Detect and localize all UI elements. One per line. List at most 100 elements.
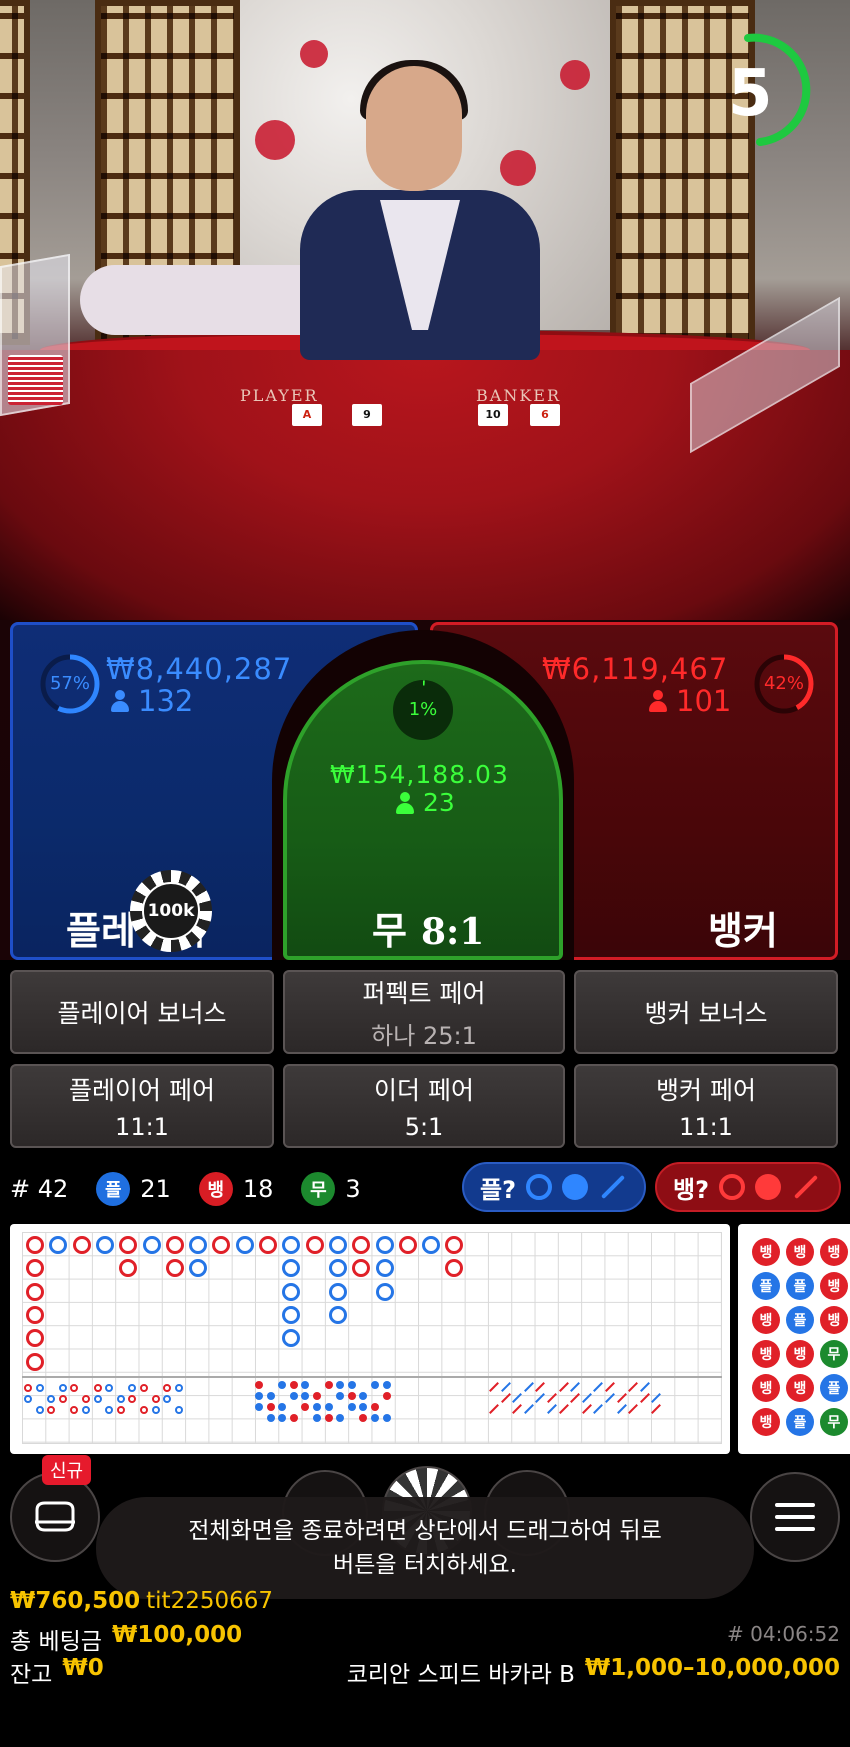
big-road-cell [26, 1236, 44, 1254]
banker-pair-button[interactable]: 뱅커 페어 11:1 [574, 1064, 838, 1148]
big-eye-road-cell [116, 1395, 125, 1403]
tie-bet-label: 무 [372, 909, 407, 953]
side-bet-title: 플레이어 페어 [69, 1076, 215, 1105]
small-road-cell [289, 1414, 298, 1422]
tie-label-group: 무 8:1 [372, 900, 484, 955]
fullscreen-exit-toast: 전체화면을 종료하려면 상단에서 드래그하여 뒤로 버튼을 터치하세요. [96, 1497, 754, 1599]
blossom-decoration [560, 60, 590, 90]
banker-predict-button[interactable]: 뱅? [655, 1162, 841, 1212]
hamburger-icon [775, 1503, 815, 1531]
big-eye-road-cell [82, 1395, 90, 1403]
bead-road-cell: 플 [752, 1272, 780, 1300]
player-bettor-count: 132 [138, 684, 194, 718]
bead-road-cell: 무 [820, 1408, 848, 1436]
player-card: 9 [352, 404, 382, 426]
person-icon [395, 791, 415, 814]
dealer-face [366, 66, 462, 191]
table-name: 코리안 스피드 바카라 B [346, 1662, 575, 1688]
person-icon [648, 690, 668, 712]
side-bet-odds: 하나 25:1 [371, 1021, 477, 1050]
big-road-cell [235, 1236, 254, 1254]
big-eye-road-cell [35, 1384, 44, 1392]
balance-amount: ₩0 [62, 1655, 104, 1681]
table-icon [35, 1501, 75, 1532]
side-bet-title: 플레이어 보너스 [57, 999, 227, 1028]
banker-card: 10 [478, 404, 508, 426]
placed-chip[interactable]: 100k [130, 870, 212, 952]
banker-bonus-button[interactable]: 뱅커 보너스 [574, 970, 838, 1054]
player-predict-button[interactable]: 플? [462, 1162, 646, 1212]
bead-road-cell: 뱅 [786, 1374, 814, 1402]
hollow-circle-icon [526, 1174, 553, 1200]
side-bet-title: 뱅커 페어 [656, 1076, 756, 1105]
banker-badge: 뱅 [198, 1172, 233, 1206]
player-pair-button[interactable]: 플레이어 페어 11:1 [10, 1064, 274, 1148]
filled-circle-icon [755, 1174, 782, 1200]
small-road-cell [347, 1403, 356, 1411]
big-road-cell [142, 1236, 161, 1254]
tie-total-amount: ₩154,188.03 [330, 760, 509, 789]
player-bonus-button[interactable]: 플레이어 보너스 [10, 970, 274, 1054]
bead-road[interactable]: 뱅플뱅뱅뱅뱅뱅플플뱅뱅플뱅뱅뱅무플무 [738, 1224, 850, 1454]
big-road-cell [26, 1305, 44, 1324]
felt-player-label: PLAYER [240, 386, 319, 405]
big-road-cell [398, 1236, 417, 1254]
big-eye-road-cell [174, 1406, 183, 1414]
side-bet-title: 퍼펙트 페어 [362, 978, 486, 1008]
player-win-count: 21 [140, 1175, 171, 1203]
slash-icon [793, 1174, 819, 1200]
perfect-pair-button[interactable]: 퍼펙트 페어 하나 25:1 [283, 970, 565, 1054]
menu-button[interactable] [750, 1472, 840, 1562]
small-road-cell [324, 1381, 333, 1389]
small-road-cell [371, 1414, 379, 1422]
bead-road-cell: 뱅 [820, 1306, 848, 1334]
big-road-cell [305, 1236, 324, 1254]
small-road-cell [324, 1403, 333, 1411]
big-road-cell [26, 1282, 44, 1301]
big-eye-road-cell [93, 1395, 102, 1403]
bead-road-cell: 뱅 [820, 1238, 848, 1266]
big-road-cell [328, 1305, 347, 1324]
small-road-cell [371, 1381, 379, 1389]
total-bet-row: 총 베팅금 ₩100,000 [10, 1622, 242, 1656]
big-road-cell [165, 1259, 184, 1278]
side-bet-title: 이더 페어 [374, 1076, 474, 1105]
bead-road-cell: 플 [786, 1306, 814, 1334]
big-road-cell [328, 1282, 347, 1301]
small-road-cell [266, 1403, 275, 1411]
blossom-decoration [255, 120, 295, 160]
round-number: # 42 [10, 1175, 69, 1203]
big-road-cell [282, 1282, 301, 1301]
table-info-row: 코리안 스피드 바카라 B ₩1,000–10,000,000 [347, 1655, 840, 1689]
either-pair-button[interactable]: 이더 페어 5:1 [283, 1064, 565, 1148]
small-road-cell [255, 1392, 263, 1400]
small-road-cell [266, 1392, 275, 1400]
big-road-cell [72, 1236, 91, 1254]
bead-road-cell: 뱅 [752, 1306, 780, 1334]
bead-road-cell: 뱅 [786, 1340, 814, 1368]
bead-road-cell: 무 [820, 1340, 848, 1368]
round-stats: # 42 플 21 뱅 18 무 3 [10, 1164, 361, 1214]
banker-win-count: 18 [242, 1175, 274, 1203]
balance-label: 잔고 [10, 1662, 53, 1688]
countdown-timer-value: 5 [728, 57, 773, 131]
small-road-cell [255, 1381, 263, 1389]
scoreboard-roadmap[interactable] [10, 1224, 730, 1454]
total-bet-label: 총 베팅금 [10, 1629, 102, 1655]
big-eye-road-cell [58, 1384, 67, 1392]
big-eye-road-cell [24, 1384, 32, 1392]
big-eye-road-cell [93, 1384, 102, 1392]
big-eye-road-cell [58, 1395, 67, 1403]
bead-road-cell: 플 [786, 1272, 814, 1300]
small-road-cell [289, 1381, 298, 1389]
small-road-cell [289, 1392, 298, 1400]
big-road-cell [422, 1236, 441, 1254]
lobby-button[interactable] [10, 1472, 100, 1562]
bead-road-cell: 뱅 [752, 1408, 780, 1436]
game-id: # 04:06:52 [727, 1622, 840, 1646]
total-bet-amount: ₩100,000 [111, 1622, 243, 1648]
slash-icon [600, 1174, 626, 1200]
person-icon [110, 690, 130, 712]
small-road-cell [313, 1403, 321, 1411]
hollow-circle-icon [719, 1174, 746, 1200]
